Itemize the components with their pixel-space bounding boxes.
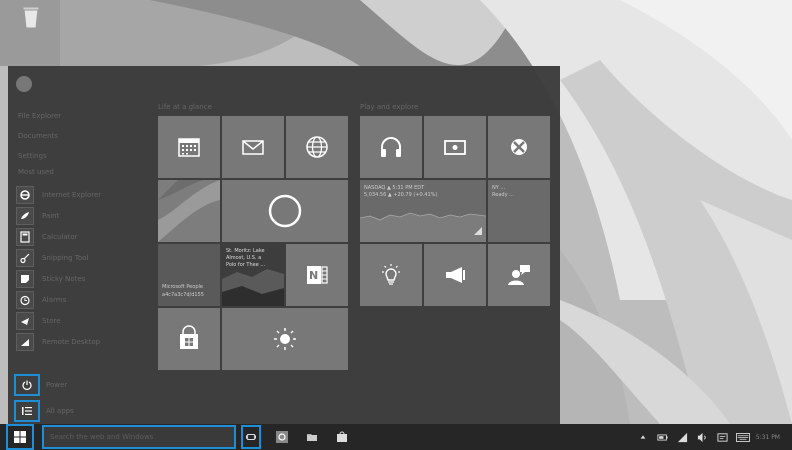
taskbar-internet-explorer-icon[interactable] [276,431,288,443]
people-tile-line2: a4c7a3c7d/d155 [162,292,204,298]
place-file-explorer[interactable]: File Explorer [18,106,138,126]
sticky-notes-icon [16,269,34,288]
store-arrow-icon [16,311,34,330]
store-bag-icon [180,325,198,349]
place-documents[interactable]: Documents [18,126,138,146]
battery-icon[interactable] [656,430,670,444]
taskbar-file-explorer-icon[interactable] [306,431,318,443]
app-item-calculator[interactable]: Calculator [16,226,146,247]
keyboard-language-icon[interactable] [735,430,750,444]
task-view-button[interactable] [241,425,261,449]
app-label: Sticky Notes [42,274,86,283]
app-item-snipping-tool[interactable]: Snipping Tool [16,247,146,268]
tile-internet-explorer[interactable] [286,116,348,178]
app-item-paint[interactable]: Paint [16,205,146,226]
task-view-icon [246,434,256,440]
app-item-remote-desktop[interactable]: Remote Desktop [16,331,146,352]
onenote-icon: N [307,266,328,284]
search-input[interactable]: Search the web and Windows [42,425,236,449]
cortana-circle-icon [268,194,302,228]
recycle-bin-icon[interactable] [18,4,44,30]
calculator-icon [16,227,34,246]
app-item-sticky-notes[interactable]: Sticky Notes [16,268,146,289]
xbox-icon [511,139,527,155]
action-center-icon[interactable] [716,430,730,444]
user-avatar[interactable] [16,76,32,92]
sports-tile-line2: Ready ... [492,192,514,198]
volume-icon[interactable] [696,430,710,444]
video-player-icon [444,140,466,155]
lightbulb-icon [382,264,400,285]
tile-sports[interactable]: NY ... Ready ... [488,180,550,242]
app-label: Alarms [42,295,67,304]
alarm-icon [16,290,34,309]
windows-logo-icon [14,431,26,443]
places-list: File Explorer Documents Settings [18,106,138,166]
internet-explorer-icon [16,185,34,204]
tile-news[interactable]: St. Moritz: Lake Almost, U.S. a Polo for… [222,244,284,306]
system-tray: 5:31 PM [630,430,780,444]
tile-contact-support[interactable] [488,244,550,306]
group-heading-play-and-explore: Play and explore [360,103,419,111]
app-item-alarms[interactable]: Alarms [16,289,146,310]
show-hidden-icons-chevron-icon[interactable] [636,430,650,444]
wifi-icon[interactable] [676,430,690,444]
start-menu: File Explorer Documents Settings Most us… [8,66,560,428]
taskbar-store-icon[interactable] [336,431,348,443]
snipping-tool-icon [16,248,34,267]
tile-xbox[interactable] [488,116,550,178]
calendar-icon [178,138,200,157]
app-label: Paint [42,211,60,220]
taskbar-clock[interactable]: 5:31 PM [756,434,780,441]
tile-people[interactable]: Microsoft People a4c7a3c7d/d155 [158,244,220,306]
megaphone-icon [446,267,465,283]
all-apps-label: All apps [46,407,74,415]
globe-icon [306,136,328,158]
sun-icon [274,328,296,350]
sports-tile-line1: NY ... [492,185,506,191]
tile-onenote[interactable]: N [286,244,348,306]
news-tile-line3: Polo for Thee ... [226,262,266,268]
app-label: Store [42,316,61,325]
power-button[interactable] [14,374,40,396]
all-apps-button[interactable] [14,400,40,422]
power-icon [22,380,32,390]
power-label: Power [46,381,68,389]
place-settings[interactable]: Settings [18,146,138,166]
most-used-heading: Most used [18,168,54,176]
all-apps-list-icon [22,407,32,415]
start-button[interactable] [6,424,34,450]
tile-weather[interactable] [222,308,348,370]
contact-support-icon [508,265,530,285]
group-heading-life-at-a-glance: Life at a glance [158,103,212,111]
app-label: Internet Explorer [42,190,102,199]
news-tile-line1: St. Moritz: Lake [226,248,265,254]
app-item-store[interactable]: Store [16,310,146,331]
tile-music[interactable] [360,116,422,178]
most-used-app-list: Internet Explorer Paint Calculator Snipp… [16,184,146,352]
headphones-icon [381,137,401,157]
tile-tips[interactable] [360,244,422,306]
tile-money[interactable]: NASDAQ ▲ 5:31 PM EDT 5,034.56 ▲ +20.79 (… [360,180,486,242]
tile-mail[interactable] [222,116,284,178]
tile-video[interactable] [424,116,486,178]
app-label: Snipping Tool [42,253,89,262]
svg-text:N: N [309,269,318,282]
news-tile-line2: Almost, U.S. a [226,255,262,261]
remote-desktop-icon [16,332,34,351]
app-label: Remote Desktop [42,337,101,346]
tile-cortana[interactable] [222,180,348,242]
stock-chart-graphic [360,212,486,242]
taskbar: Search the web and Windows 5:31 PM [0,424,792,450]
tile-store[interactable] [158,308,220,370]
app-label: Calculator [42,232,78,241]
people-tile-line1: Microsoft People [162,284,203,290]
photo-thumbnail [158,180,220,242]
app-item-internet-explorer[interactable]: Internet Explorer [16,184,146,205]
tile-get-started[interactable] [424,244,486,306]
paint-icon [16,206,34,225]
tile-calendar[interactable] [158,116,220,178]
mail-icon [242,140,264,155]
tile-photos[interactable] [158,180,220,242]
